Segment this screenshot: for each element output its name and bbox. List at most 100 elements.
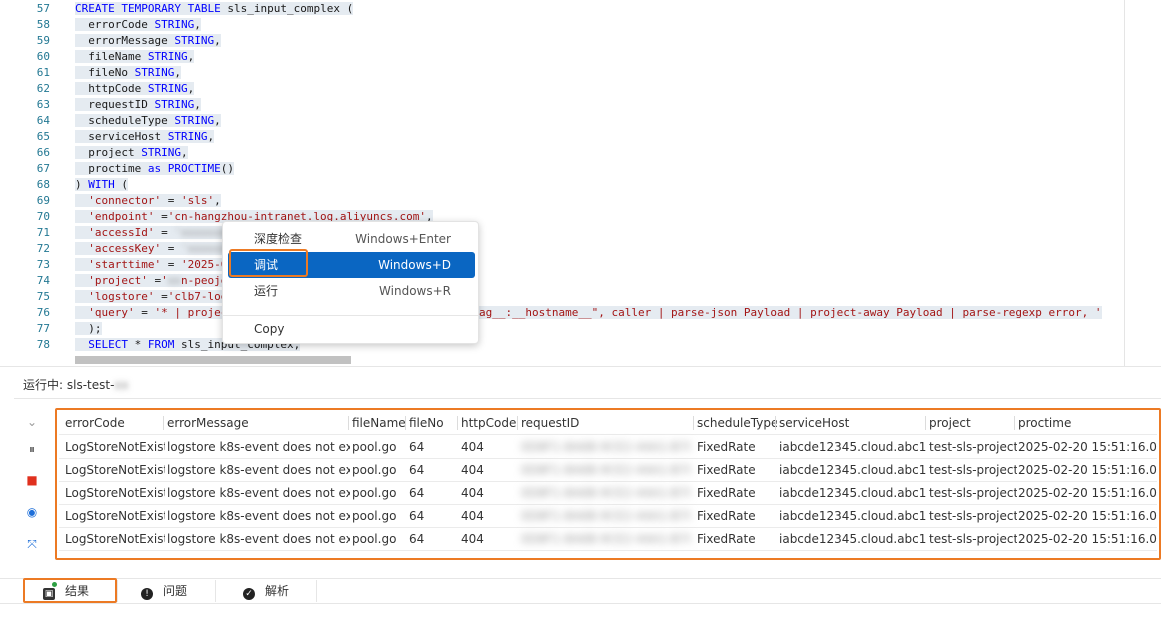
dashboard-icon[interactable]: ◉ xyxy=(24,504,40,520)
code-line[interactable]: requestID STRING, xyxy=(75,97,201,113)
code-line[interactable]: 'logstore' ='clb7-log xyxy=(75,289,228,305)
menu-item-shortcut: Windows+Enter xyxy=(355,232,451,246)
horizontal-scrollbar[interactable] xyxy=(75,356,351,364)
code-token: , xyxy=(214,34,221,47)
code-line-selection: ) WITH ( xyxy=(75,178,128,191)
column-header-requestID[interactable]: requestID xyxy=(521,412,691,434)
tab-divider xyxy=(215,580,216,602)
menu-item-copy[interactable]: Copy xyxy=(228,316,475,342)
run-status-text: 运行中: sls-test- xyxy=(23,378,115,392)
code-token: 'starttime' xyxy=(88,258,162,271)
table-cell-proctime: 2025-02-20 15:51:16.071 xyxy=(1018,463,1157,477)
code-token: 'xxxxxx xyxy=(180,242,228,255)
table-cell-serviceHost: iabcde12345.cloud.abc121 xyxy=(779,509,927,523)
table-cell-fileName: pool.go xyxy=(352,486,397,500)
menu-item-shortcut: Windows+R xyxy=(379,284,451,298)
code-line[interactable]: errorCode STRING, xyxy=(75,17,201,33)
code-line[interactable]: 'connector' = 'sls', xyxy=(75,193,221,209)
code-token: 'connector' xyxy=(88,194,162,207)
code-line-selection: serviceHost STRING, xyxy=(75,130,215,143)
code-line[interactable]: proctime as PROCTIME() xyxy=(75,161,234,177)
code-line-selection: ); xyxy=(75,322,102,335)
menu-item-debug[interactable]: 调试 Windows+D xyxy=(228,252,475,278)
code-line-selection: errorMessage STRING, xyxy=(75,34,221,47)
code-token: STRING xyxy=(147,50,188,63)
code-token: as xyxy=(147,162,162,175)
code-line-selection: CREATE TEMPORARY TABLE sls_input_complex… xyxy=(75,2,354,15)
code-line[interactable]: 'starttime' = '2025-0 xyxy=(75,257,228,273)
code-line[interactable]: httpCode STRING, xyxy=(75,81,195,97)
code-token: = xyxy=(154,210,168,223)
column-header-fileName[interactable]: fileName xyxy=(352,412,407,434)
line-number: 65 xyxy=(36,130,50,143)
code-editor[interactable]: 57 58 59 60 61 62 63 64 65 66 67 68 69 70 71 72 73 74 75 76… xyxy=(0,0,1161,366)
tool-pin[interactable]: ⌄ xyxy=(24,414,40,430)
table-cell-requestID: 0D8F1-8A6B-9CE2-44A1-B7C0 xyxy=(521,486,691,500)
code-line[interactable]: scheduleType STRING, xyxy=(75,113,221,129)
column-divider[interactable] xyxy=(457,416,458,430)
code-token: 'logstore' xyxy=(88,290,155,303)
column-header-proctime[interactable]: proctime xyxy=(1018,412,1157,434)
column-header-errorCode[interactable]: errorCode xyxy=(65,412,165,434)
line-number: 58 xyxy=(36,18,50,31)
line-number: 75 xyxy=(36,290,50,303)
column-divider[interactable] xyxy=(517,416,518,430)
expand-icon[interactable]: ⤧ xyxy=(24,536,40,552)
line-number: 74 xyxy=(36,274,50,287)
tab-issues[interactable]: ! 问题 xyxy=(141,580,187,602)
column-divider[interactable] xyxy=(775,416,776,430)
code-line[interactable]: CREATE TEMPORARY TABLE sls_input_complex… xyxy=(75,1,354,17)
code-line-selection: 'project' ='xxn-peoje xyxy=(75,274,228,287)
column-divider[interactable] xyxy=(1014,416,1015,430)
table-cell-scheduleType: FixedRate xyxy=(697,486,756,500)
tab-label: 解析 xyxy=(265,584,290,598)
column-header-fileNo[interactable]: fileNo xyxy=(409,412,459,434)
table-cell-httpCode: 404 xyxy=(461,440,484,454)
code-line[interactable]: 'project' ='xxn-peoje xyxy=(75,273,228,289)
code-token: , xyxy=(174,66,181,79)
tab-label: 问题 xyxy=(163,584,188,598)
tab-divider xyxy=(316,580,317,602)
issue-icon: ! xyxy=(141,588,153,600)
code-line[interactable]: project STRING, xyxy=(75,145,188,161)
code-line[interactable]: fileName STRING, xyxy=(75,49,195,65)
table-cell-fileNo: 64 xyxy=(409,440,425,454)
column-divider[interactable] xyxy=(925,416,926,430)
column-divider[interactable] xyxy=(405,416,406,430)
pause-icon[interactable]: ⏸ xyxy=(24,441,40,457)
code-token: * xyxy=(128,338,148,351)
tab-parse[interactable]: ✓ 解析 xyxy=(243,580,289,602)
column-header-scheduleType[interactable]: scheduleType xyxy=(697,412,777,434)
stop-icon[interactable]: ■ xyxy=(24,472,40,488)
column-header-httpCode[interactable]: httpCode xyxy=(461,412,519,434)
column-header-errorMessage[interactable]: errorMessage xyxy=(167,412,350,434)
code-line[interactable]: serviceHost STRING, xyxy=(75,129,215,145)
code-line[interactable]: fileNo STRING, xyxy=(75,65,181,81)
code-line[interactable]: 'accessKey' = 'xxxxxx xyxy=(75,241,228,257)
column-divider[interactable] xyxy=(163,416,164,430)
line-number: 62 xyxy=(36,82,50,95)
code-line[interactable]: 'accessId' = 'xxxxxxx xyxy=(75,225,228,241)
code-line[interactable]: errorMessage STRING, xyxy=(75,33,221,49)
code-line[interactable]: ); xyxy=(75,321,102,337)
code-token: 'query' xyxy=(88,306,135,319)
column-divider[interactable] xyxy=(348,416,349,430)
menu-item-run[interactable]: 运行 Windows+R xyxy=(228,278,475,304)
code-token: 'endpoint' xyxy=(88,210,155,223)
code-token: , xyxy=(187,50,195,63)
line-number: 73 xyxy=(36,258,50,271)
code-line[interactable]: ) WITH ( xyxy=(75,177,128,193)
code-token: FROM xyxy=(147,338,175,351)
column-header-serviceHost[interactable]: serviceHost xyxy=(779,412,927,434)
column-divider[interactable] xyxy=(693,416,694,430)
code-token: errorCode xyxy=(75,18,155,31)
column-header-project[interactable]: project xyxy=(929,412,1017,434)
results-tab-highlight xyxy=(23,578,117,603)
menu-item-deep-check[interactable]: 深度检查 Windows+Enter xyxy=(228,226,475,252)
line-number-gutter: 57 58 59 60 61 62 63 64 65 66 67 68 69 70 71 72 73 74 75 76… xyxy=(0,0,62,366)
